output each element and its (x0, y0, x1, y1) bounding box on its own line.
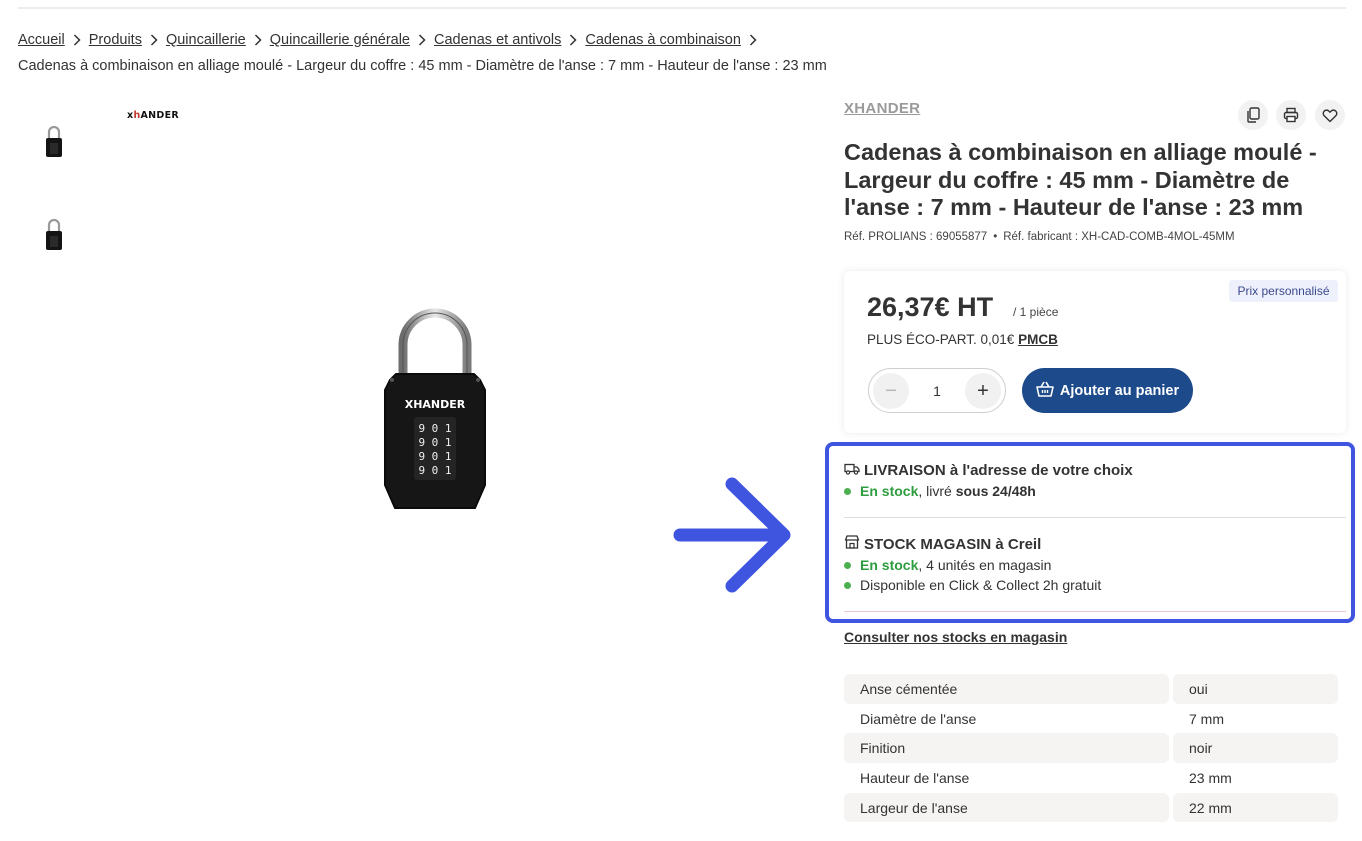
chevron-right-icon (246, 34, 270, 46)
delivery-text: , livré (918, 483, 956, 499)
quantity-increase-button[interactable]: + (965, 373, 1001, 409)
breadcrumb-cadenas-combinaison[interactable]: Cadenas à combinaison (585, 32, 741, 48)
product-main-image[interactable]: XHANDER 9 0 1 9 0 1 9 0 1 9 0 1 (370, 300, 500, 515)
chevron-right-icon (741, 34, 765, 46)
delivery-status: En stock, livré sous 24/48h (844, 483, 1036, 499)
arrow-right-icon (672, 476, 794, 594)
chevron-right-icon (65, 34, 89, 46)
table-row: Hauteur de l'anse 23 mm (844, 763, 1338, 793)
divider (844, 517, 1346, 518)
product-title: Cadenas à combinaison en alliage moulé -… (844, 139, 1317, 220)
custom-price-badge: Prix personnalisé (1229, 280, 1338, 302)
dial-row-4: 9 0 1 (418, 464, 451, 477)
brand-logo-image: xhANDER (127, 110, 180, 121)
store-stock-label: En stock (860, 557, 919, 573)
spec-label: Diamètre de l'anse (860, 710, 977, 727)
copy-icon[interactable] (1238, 100, 1268, 130)
add-to-cart-label: Ajouter au panier (1059, 382, 1180, 399)
spec-label: Hauteur de l'anse (860, 769, 970, 786)
dial-row-1: 9 0 1 (418, 422, 451, 435)
table-row: Finition noir (844, 733, 1338, 764)
delivery-stock-label: En stock (860, 483, 919, 499)
quantity-input[interactable] (913, 369, 961, 412)
breadcrumb-current: Cadenas à combinaison en alliage moulé -… (18, 58, 827, 74)
heart-icon[interactable] (1315, 100, 1345, 130)
store-title: STOCK MAGASIN à Creil (864, 535, 1042, 553)
spec-label: Anse cémentée (844, 674, 1169, 704)
spec-value: oui (1173, 674, 1338, 704)
store-icon (844, 535, 860, 553)
table-row: Diamètre de l'anse 7 mm (844, 704, 1338, 734)
quantity-stepper: − + (868, 368, 1006, 413)
store-stock-heading: STOCK MAGASIN à Creil (844, 535, 1041, 553)
basket-icon (1036, 381, 1054, 401)
dial-row-3: 9 0 1 (418, 450, 451, 463)
price-unit: / 1 pièce (1013, 305, 1059, 319)
click-collect-text: Disponible en Click & Collect 2h gratuit (860, 577, 1102, 593)
store-stock-text: , 4 unités en magasin (918, 557, 1052, 573)
delivery-time: sous 24/48h (955, 483, 1036, 499)
thumbnail-padlock-1[interactable] (41, 124, 67, 160)
spec-value: noir (1173, 733, 1338, 764)
ecopart-label: PLUS ÉCO-PART. 0,01€ (867, 332, 1015, 347)
breadcrumb-accueil[interactable]: Accueil (18, 32, 65, 48)
in-stock-dot (844, 561, 851, 569)
table-row: Anse cémentée oui (844, 674, 1338, 704)
top-divider (18, 7, 1346, 9)
spec-value: 23 mm (1189, 769, 1232, 786)
dial-row-2: 9 0 1 (418, 436, 451, 449)
spec-value: 7 mm (1189, 710, 1224, 727)
specs-table: Anse cémentée oui Diamètre de l'anse 7 m… (844, 674, 1338, 823)
store-stock-status: En stock, 4 unités en magasin (844, 557, 1051, 573)
ref-separator: • (993, 231, 998, 243)
chevron-right-icon (410, 34, 434, 46)
eco-participation: PLUS ÉCO-PART. 0,01€ PMCB (867, 332, 1058, 347)
check-store-stock-link[interactable]: Consulter nos stocks en magasin (844, 629, 1067, 645)
product-references: Réf. PROLIANS : 69055877 • Réf. fabricant … (844, 231, 1235, 243)
chevron-right-icon (142, 34, 166, 46)
table-row: Largeur de l'anse 22 mm (844, 792, 1338, 823)
chevron-right-icon (561, 34, 585, 46)
spec-label: Largeur de l'anse (844, 792, 1169, 823)
brand-link[interactable]: XHANDER (844, 100, 920, 117)
spec-label: Finition (844, 733, 1169, 764)
ref-fabricant: Réf. fabricant : XH-CAD-COMB-4MOL-45MM (1003, 231, 1235, 243)
delivery-title: LIVRAISON à l'adresse de votre choix (864, 462, 1133, 479)
click-collect-status: Disponible en Click & Collect 2h gratuit (844, 577, 1101, 593)
breadcrumb-cadenas-antivols[interactable]: Cadenas et antivols (434, 32, 561, 48)
ref-prolians: Réf. PROLIANS : 69055877 (844, 231, 988, 243)
breadcrumb-produits[interactable]: Produits (89, 32, 142, 48)
ecopart-pmcb-link[interactable]: PMCB (1018, 332, 1058, 347)
product-price: 26,37€ HT (867, 292, 994, 322)
delivery-heading: LIVRAISON à l'adresse de votre choix (844, 462, 1133, 479)
in-stock-dot (844, 487, 851, 495)
add-to-cart-button[interactable]: Ajouter au panier (1022, 368, 1193, 413)
quantity-decrease-button[interactable]: − (873, 373, 909, 409)
padlock-logo-text: XHANDER (405, 398, 466, 411)
divider (844, 611, 1346, 612)
breadcrumb-quincaillerie[interactable]: Quincaillerie (166, 32, 246, 48)
print-icon[interactable] (1276, 100, 1306, 130)
thumbnail-padlock-2[interactable] (41, 217, 67, 253)
in-stock-dot (844, 581, 851, 589)
spec-value: 22 mm (1173, 792, 1338, 823)
breadcrumb: Accueil Produits Quincaillerie Quincaill… (18, 32, 765, 48)
breadcrumb-quincaillerie-generale[interactable]: Quincaillerie générale (270, 32, 410, 48)
truck-icon (844, 462, 860, 479)
